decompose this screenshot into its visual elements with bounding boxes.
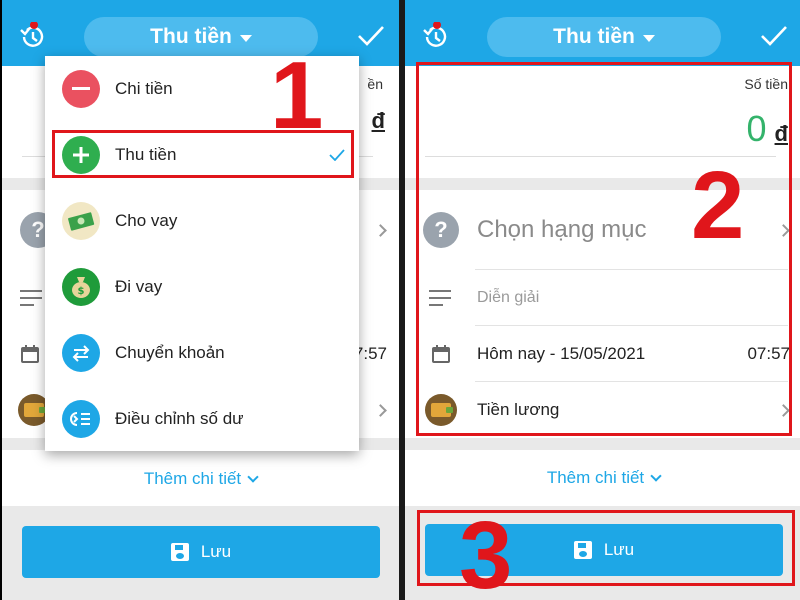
confirm-check-icon[interactable] — [760, 24, 788, 48]
money-bag-icon: $ — [62, 268, 100, 306]
transfer-icon — [62, 334, 100, 372]
floppy-disk-icon — [170, 543, 189, 561]
money-icon — [62, 202, 100, 240]
menu-item-label: Cho vay — [115, 211, 178, 230]
step-number-3: 3 — [459, 502, 513, 600]
right-screen: Thu tiền Số tiền 0 đ ? Chọn hạng mục Diễ… — [405, 0, 800, 600]
history-icon[interactable] — [421, 22, 451, 52]
menu-item-chuyen-khoan[interactable]: Chuyển khoản — [45, 320, 359, 386]
caret-down-icon — [239, 34, 252, 42]
save-label: Lưu — [200, 542, 232, 561]
history-icon[interactable] — [18, 22, 48, 52]
more-details-toggle[interactable]: Thêm chi tiết — [405, 450, 800, 506]
caret-down-icon — [642, 34, 655, 42]
notes-icon — [20, 290, 42, 306]
svg-text:$: $ — [78, 286, 85, 297]
section-separator — [405, 438, 800, 450]
menu-item-label: Điều chỉnh số dư — [115, 409, 244, 428]
adjust-balance-icon — [62, 400, 100, 438]
more-details-toggle[interactable]: Thêm chi tiết — [2, 451, 399, 507]
currency-unit: đ — [371, 108, 385, 133]
save-button[interactable]: Lưu — [22, 526, 380, 578]
menu-item-di-vay[interactable]: $ Đi vay — [45, 254, 359, 320]
more-details-label: Thêm chi tiết — [143, 469, 242, 488]
left-screen: Thu tiền ền đ ? 07:57 Thêm chi tiết Lưu … — [2, 0, 399, 600]
menu-item-label: Chuyển khoản — [115, 343, 225, 362]
amount-value-peek: đ — [372, 108, 385, 134]
menu-item-label: Chi tiền — [115, 79, 173, 98]
amount-label-peek: ền — [367, 76, 383, 92]
more-details-label: Thêm chi tiết — [546, 468, 645, 487]
chevron-down-icon — [247, 470, 259, 483]
chevron-down-icon — [650, 469, 662, 482]
menu-item-dieu-chinh-so-du[interactable]: Điều chỉnh số dư — [45, 386, 359, 452]
confirm-check-icon[interactable] — [357, 24, 385, 48]
calendar-icon — [21, 345, 39, 363]
app-header: Thu tiền — [405, 0, 800, 66]
chevron-right-icon — [374, 223, 387, 237]
transaction-type-dropdown[interactable]: Thu tiền — [487, 17, 721, 57]
chevron-right-icon — [374, 403, 387, 417]
transaction-type-label: Thu tiền — [150, 25, 232, 48]
minus-icon — [62, 70, 100, 108]
step-number-2: 2 — [691, 152, 745, 259]
transaction-type-label: Thu tiền — [553, 25, 635, 48]
menu-item-label: Đi vay — [115, 277, 163, 296]
step-number-1: 1 — [270, 42, 324, 149]
menu-item-cho-vay[interactable]: Cho vay — [45, 188, 359, 254]
